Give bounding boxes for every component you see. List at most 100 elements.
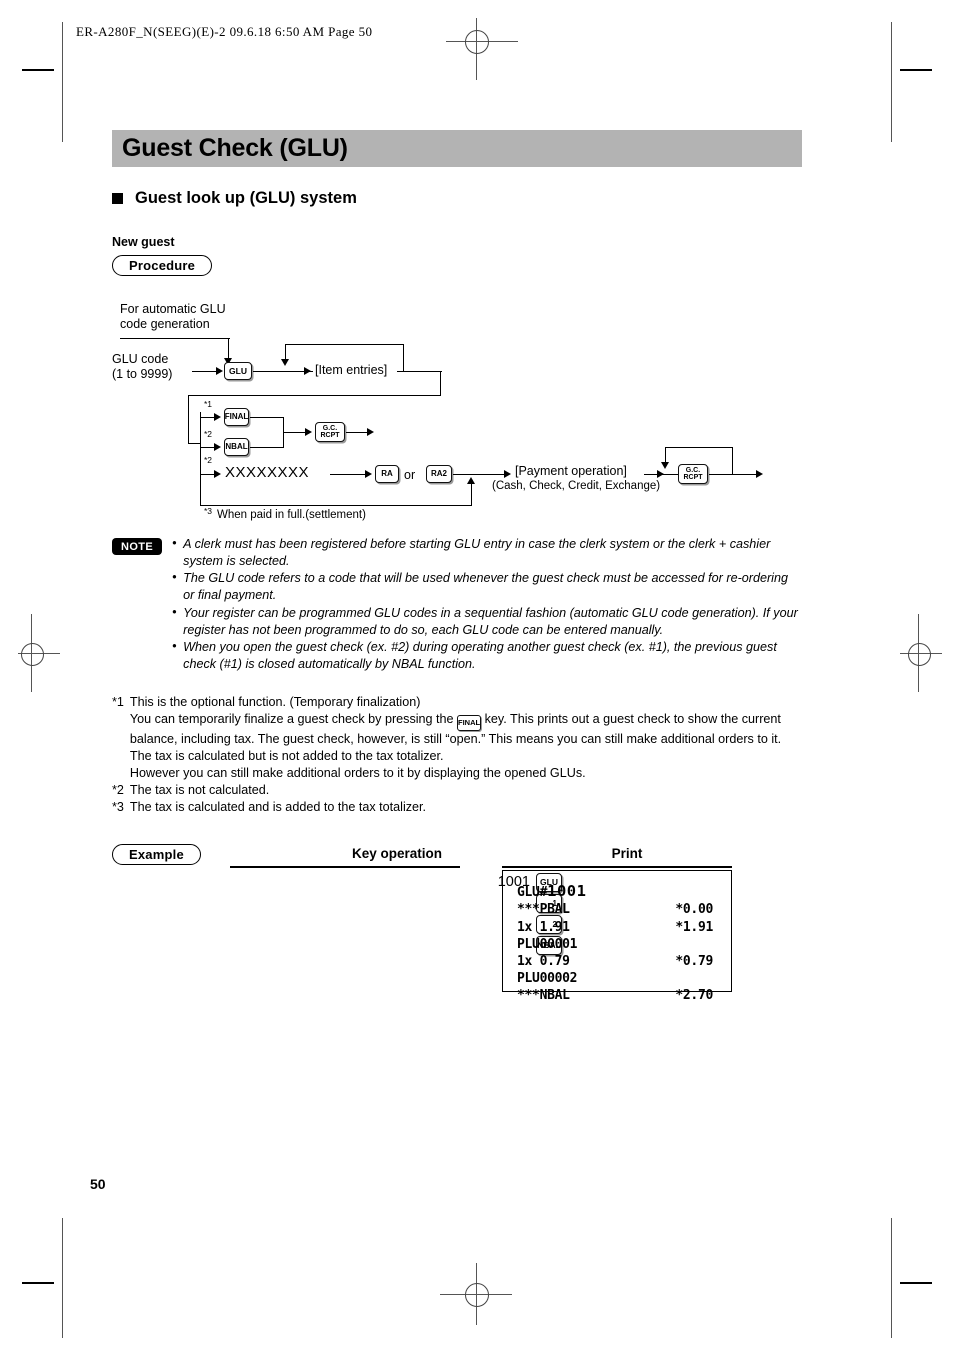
flow-line-gc2-loop-v-right	[732, 447, 734, 474]
key-nbal-label: NBAL	[225, 442, 248, 451]
footnote-3-body: The tax is calculated and is added to th…	[129, 799, 427, 814]
subheading-new-guest: New guest	[112, 235, 175, 249]
receipt-line-right: *0.79	[675, 953, 713, 969]
flow-line-settle-v-right	[471, 482, 473, 506]
footnote-2: *2 The tax is not calculated.	[112, 782, 802, 799]
note-item: A clerk must has been registered before …	[172, 535, 802, 569]
footnote-1: *1 This is the optional function. (Tempo…	[112, 694, 802, 782]
receipt-glu-label: GLU#	[517, 884, 548, 900]
procedure-badge: Procedure	[112, 255, 213, 276]
flow-line-final-out	[250, 417, 284, 419]
flow-arrow-to-nbal	[214, 443, 221, 451]
section-heading: Guest look up (GLU) system	[112, 189, 802, 208]
page-number: 50	[90, 1176, 106, 1192]
key-gc-rcpt-bottom[interactable]: G.C. RCPT	[678, 464, 708, 484]
key-ra-label: RA	[381, 469, 393, 478]
flow-item-entries: [Item entries]	[315, 363, 388, 377]
receipt-line-left: 1x 1.91	[517, 919, 570, 935]
flow-auto-note-line2: code generation	[120, 317, 210, 331]
flow-line-after-item-down	[188, 395, 190, 444]
footnote-1-mark: *1	[112, 694, 124, 709]
key-glu[interactable]: GLU	[224, 362, 252, 380]
print-receipt-box: GLU#1001 ***PBAL *0.00 1x 1.91 *1.91 PLU…	[502, 869, 732, 1003]
flow-line-xxx-to-ra	[330, 474, 368, 476]
flow-line-auto-v	[228, 338, 230, 360]
flow-line-code-to-key	[192, 371, 219, 373]
note-block: NOTE A clerk must has been registered be…	[112, 535, 802, 674]
key-gc-rcpt-top-label2: RCPT	[320, 432, 340, 439]
print-rule	[502, 865, 732, 868]
key-gc-rcpt-top[interactable]: G.C. RCPT	[315, 422, 345, 442]
key-nbal[interactable]: NBAL	[224, 438, 249, 456]
flow-amount-placeholder: XXXXXXXX	[225, 464, 310, 481]
receipt-line-right: *1.91	[675, 919, 713, 935]
print-slug: ER-A280F_N(SEEG)(E)-2 09.6.18 6:50 AM Pa…	[76, 24, 373, 39]
flow-line-ra-to-payment	[453, 474, 508, 476]
flow-arrow-to-gc-top	[305, 428, 312, 436]
receipt-line: 1x 1.91 *1.91	[517, 919, 713, 936]
key-gc-rcpt-top-label1: G.C.	[322, 425, 338, 432]
key-gc-rcpt-bottom-label2: RCPT	[683, 474, 703, 481]
flow-line-after-item-v	[440, 371, 442, 396]
receipt-line-left: ***NBAL	[517, 988, 570, 1004]
flow-arrow-to-payment	[504, 470, 511, 478]
example-block: Example Key operation Print 1001 GLU 1 2…	[112, 843, 802, 1004]
receipt-line-right: *0.00	[675, 902, 713, 918]
receipt-line: ***NBAL *2.70	[517, 987, 713, 1004]
flow-auto-note-line1: For automatic GLU	[120, 302, 226, 316]
receipt-glu-number: 1001	[547, 881, 587, 900]
flow-payment-line2: (Cash, Check, Credit, Exchange)	[492, 480, 661, 492]
flow-sup-1: *1	[204, 399, 213, 409]
footnote-1-line3: However you can still make additional or…	[129, 765, 586, 780]
example-badge: Example	[112, 843, 201, 865]
note-list: A clerk must has been registered before …	[172, 535, 802, 674]
receipt: GLU#1001 ***PBAL *0.00 1x 1.91 *1.91 PLU…	[517, 881, 731, 1004]
footnote-1-line1: This is the optional function. (Temporar…	[129, 694, 421, 709]
flow-sup-3: *3	[204, 506, 213, 516]
flow-arrow-to-ra	[365, 470, 372, 478]
procedure-pill-wrap: Procedure	[112, 255, 802, 276]
key-ra2-label: RA2	[430, 469, 447, 478]
footnote-2-body: The tax is not calculated.	[129, 782, 270, 797]
key-final[interactable]: FINAL	[224, 408, 249, 426]
page-title: Guest Check (GLU)	[122, 134, 348, 162]
receipt-line-right: *2.70	[675, 988, 713, 1004]
page-content: Guest Check (GLU) Guest look up (GLU) sy…	[112, 130, 802, 1004]
print-header: Print	[611, 845, 643, 861]
flow-arrow-payment-to-gc	[657, 470, 664, 478]
flow-arrow-gc2-out	[756, 470, 763, 478]
flow-line-after-item-back	[188, 395, 441, 397]
flow-line-after-item	[397, 371, 442, 373]
note-badge: NOTE	[112, 538, 163, 555]
flow-line-gc2-out	[709, 474, 759, 476]
note-item: The GLU code refers to a code that will …	[172, 569, 802, 603]
flow-or-label: or	[404, 468, 416, 482]
note-item: When you open the guest check (ex. #2) d…	[172, 638, 802, 672]
flow-payment-line1: [Payment operation]	[515, 464, 627, 478]
flow-arrow-settle-up	[467, 477, 475, 484]
flow-line-auto-h	[120, 338, 230, 340]
page-title-bar: Guest Check (GLU)	[112, 130, 802, 167]
flow-line-item-loop-v-right	[403, 344, 405, 371]
receipt-line-left: PLU00002	[517, 971, 578, 987]
flow-glu-code-line2: (1 to 9999)	[112, 367, 173, 381]
section-heading-text: Guest look up (GLU) system	[135, 189, 357, 207]
key-ra2[interactable]: RA2	[426, 465, 452, 483]
flow-arrow-gc-out-top	[367, 428, 374, 436]
key-operation-header: Key operation	[351, 845, 443, 861]
glu-flow-diagram: For automatic GLU code generation GLU co…	[112, 292, 802, 521]
receipt-line: PLU00001	[517, 936, 713, 953]
flow-arrow-to-item	[304, 367, 311, 375]
flow-arrow-to-final	[214, 413, 221, 421]
flow-line-gc2-loop-h	[665, 447, 733, 449]
receipt-line: 1x 0.79 *0.79	[517, 953, 713, 970]
key-operation-rule	[230, 865, 460, 868]
footnote-3: *3 The tax is calculated and is added to…	[112, 799, 802, 816]
key-final-inline[interactable]: FINAL	[457, 714, 482, 731]
receipt-line-left: ***PBAL	[517, 902, 570, 918]
key-final-label: FINAL	[224, 412, 249, 421]
note-item: Your register can be programmed GLU code…	[172, 604, 802, 638]
flow-settlement-note: When paid in full.(settlement)	[217, 509, 366, 521]
key-ra[interactable]: RA	[375, 465, 399, 483]
footnote-2-mark: *2	[112, 782, 124, 797]
